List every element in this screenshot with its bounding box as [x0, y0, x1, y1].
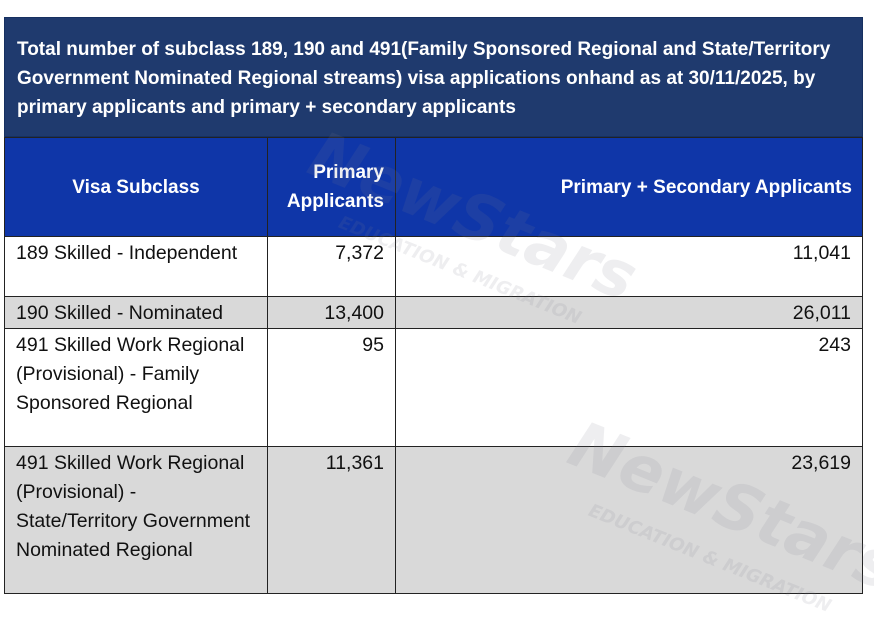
cell-primary: 11,361 — [267, 446, 396, 594]
header-row: Visa Subclass Primary Applicants Primary… — [4, 137, 863, 237]
cell-subclass: 189 Skilled - Independent — [4, 236, 268, 297]
cell-primary-secondary: 26,011 — [395, 296, 863, 329]
cell-primary: 13,400 — [267, 296, 396, 329]
table-row: 491 Skilled Work Regional (Provisional) … — [4, 446, 863, 594]
visa-table-container: Total number of subclass 189, 190 and 49… — [4, 17, 863, 594]
cell-subclass: 491 Skilled Work Regional (Provisional) … — [4, 446, 268, 594]
cell-subclass: 491 Skilled Work Regional (Provisional) … — [4, 328, 268, 447]
cell-subclass: 190 Skilled - Nominated — [4, 296, 268, 329]
table-row: 491 Skilled Work Regional (Provisional) … — [4, 328, 863, 447]
table-row: 190 Skilled - Nominated 13,400 26,011 — [4, 296, 863, 329]
table-title: Total number of subclass 189, 190 and 49… — [4, 17, 863, 137]
cell-primary: 7,372 — [267, 236, 396, 297]
cell-primary-secondary: 11,041 — [395, 236, 863, 297]
cell-primary: 95 — [267, 328, 396, 447]
header-primary-secondary-applicants: Primary + Secondary Applicants — [395, 137, 863, 237]
header-visa-subclass: Visa Subclass — [4, 137, 268, 237]
header-primary-applicants: Primary Applicants — [267, 137, 396, 237]
table-row: 189 Skilled - Independent 7,372 11,041 — [4, 236, 863, 297]
visa-applications-table: Visa Subclass Primary Applicants Primary… — [4, 137, 863, 594]
cell-primary-secondary: 23,619 — [395, 446, 863, 594]
cell-primary-secondary: 243 — [395, 328, 863, 447]
